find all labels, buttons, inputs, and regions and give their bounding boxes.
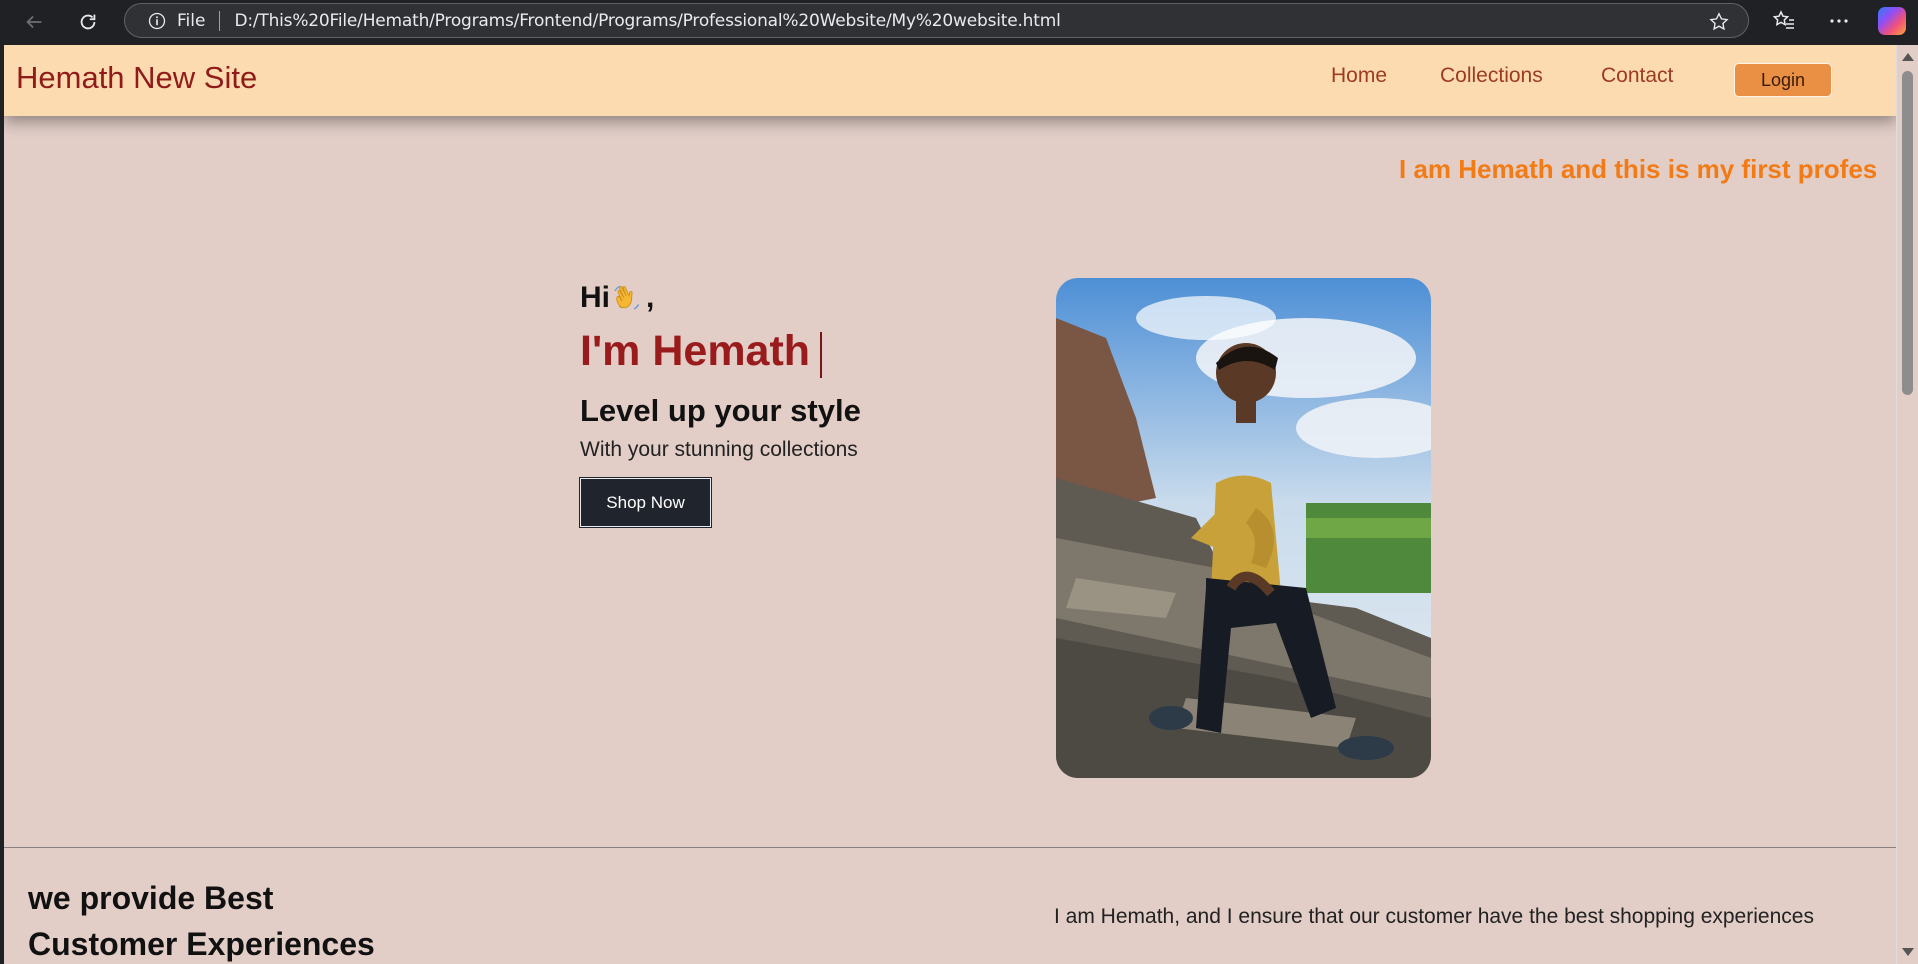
profile-photo	[1056, 278, 1431, 778]
page-viewport: Hemath New Site Home Collections Contact…	[4, 45, 1896, 964]
address-separator	[219, 10, 221, 31]
about-title: we provide Best Customer Experiences	[28, 875, 428, 964]
reload-button[interactable]	[71, 5, 105, 39]
file-scheme-label: File	[177, 10, 206, 31]
vertical-scrollbar[interactable]	[1896, 45, 1918, 964]
waving-hand-icon	[614, 285, 640, 310]
browser-toolbar: File D:/This%20File/Hemath/Programs/Fron…	[0, 0, 1918, 44]
hero-subtagline: With your stunning collections	[580, 438, 858, 461]
greeting-suffix: ,	[646, 281, 655, 314]
reload-icon	[80, 14, 96, 30]
url-text[interactable]: D:/This%20File/Hemath/Programs/Frontend/…	[234, 11, 1060, 31]
favorites-icon[interactable]	[1772, 9, 1796, 33]
scrolling-marquee: I am Hemath and this is my first profes	[1399, 154, 1883, 194]
nav-link-home[interactable]: Home	[1331, 64, 1387, 88]
section-divider	[4, 847, 1896, 848]
about-title-line2: Customer Experiences	[28, 926, 375, 962]
arrow-left-icon	[26, 15, 42, 29]
login-button[interactable]: Login	[1734, 63, 1832, 97]
scrollbar-thumb[interactable]	[1902, 71, 1913, 395]
info-icon[interactable]	[147, 11, 167, 31]
site-brand[interactable]: Hemath New Site	[16, 60, 257, 96]
scroll-down-arrow-icon[interactable]	[1902, 948, 1914, 956]
copilot-icon[interactable]	[1878, 7, 1906, 35]
greeting: Hi ,	[580, 281, 654, 315]
about-text: I am Hemath, and I ensure that our custo…	[1054, 905, 1814, 928]
site-header: Hemath New Site Home Collections Contact…	[4, 45, 1896, 116]
scroll-up-arrow-icon[interactable]	[1902, 53, 1914, 61]
address-bar[interactable]: File D:/This%20File/Hemath/Programs/Fron…	[124, 3, 1749, 38]
greeting-prefix: Hi	[580, 281, 610, 314]
about-title-line1: we provide Best	[28, 880, 274, 916]
star-icon[interactable]	[1708, 11, 1730, 33]
hero-tagline: Level up your style	[580, 393, 861, 428]
nav-link-collections[interactable]: Collections	[1440, 64, 1543, 88]
nav-link-contact[interactable]: Contact	[1601, 64, 1673, 88]
back-button[interactable]	[17, 5, 51, 39]
typing-caret	[820, 332, 822, 378]
shop-now-button[interactable]: Shop Now	[579, 477, 712, 528]
marquee-text: I am Hemath and this is my first profes	[1399, 154, 1878, 184]
more-options-icon[interactable]	[1827, 9, 1851, 33]
hero-name: I'm Hemath	[580, 327, 811, 375]
